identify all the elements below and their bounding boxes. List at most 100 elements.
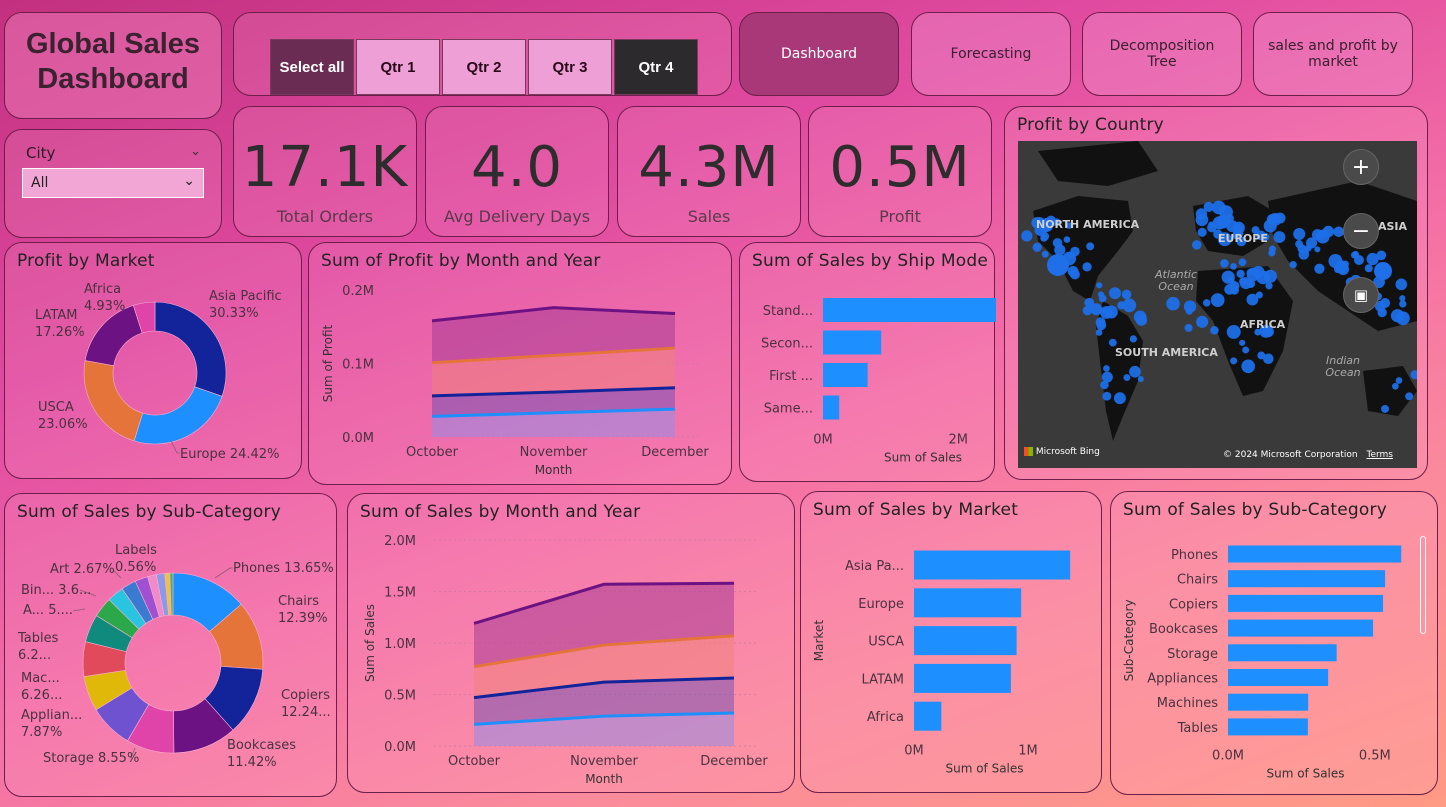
city-selected-value: All [31,175,49,191]
y-tick-label: 0.0M [342,431,374,446]
profit-by-month-card: Sum of Profit by Month and Year 0.0M 0.1M… [308,242,732,485]
sales-by-ship-mode-bar-chart[interactable]: Stand...Secon...First ...Same...0M 2MSum … [740,243,996,483]
bar [914,588,1022,618]
city-dropdown[interactable]: All ⌄ [22,168,204,198]
quarter-button-q4[interactable]: Qtr 4 [614,39,698,95]
profit-bubble [1109,287,1122,300]
pie-data-label: LATAM 17.26% [35,308,85,340]
profit-bubble [1239,339,1246,346]
profit-bubble [1021,230,1033,242]
y-tick-label: First ... [769,369,813,384]
quarter-button-q3[interactable]: Qtr 3 [528,39,612,95]
profit-bubble [1302,247,1310,255]
profit-bubble [1202,299,1211,307]
profit-bubble [1129,335,1137,343]
profit-bubble [1211,200,1226,215]
quarter-button-q1[interactable]: Qtr 1 [356,39,440,95]
y-axis-label: Market [812,620,826,662]
y-tick-label: USCA [868,635,904,650]
scrollbar[interactable] [1420,536,1426,634]
profit-bubble [1096,282,1103,289]
pie-slice [83,360,144,442]
quarter-button-select-all[interactable]: Select all [270,39,354,95]
x-tick-label: December [700,754,768,769]
y-tick-label: 0.2M [342,284,374,299]
profit-bubble [1230,357,1238,365]
profit-bubble [1226,324,1241,339]
profit-bubble [1084,297,1095,308]
y-tick-label: Chairs [1177,573,1218,588]
profit-bubble [1197,227,1207,237]
bar [823,298,996,322]
x-axis-label: Sum of Sales [945,762,1023,776]
profit-bubble [1322,225,1335,238]
kpi-profit: 0.5M Profit [808,106,992,237]
pie-data-label: Bookcases 11.42% [227,738,296,770]
sales-by-subcategory-bar-card: Sum of Sales by Sub-Category Phones Chair… [1110,491,1438,795]
profit-bubble [1353,255,1364,265]
profit-bubble [1102,307,1110,315]
zoom-in-button[interactable]: + [1343,149,1379,185]
y-axis-label: Sum of Sales [363,604,377,682]
profit-by-country-map[interactable]: NORTH AMERICA SOUTH AMERICA EUROPE AFRIC… [1018,141,1417,468]
nav-forecasting-button[interactable]: Forecasting [911,12,1071,96]
sales-by-month-area-chart[interactable]: 0.0M 0.5M 1.0M 1.5M 2.0M October November Decem… [348,494,796,794]
x-tick-label: 2M [949,433,969,448]
kpi-avg-delivery-days: 4.0 Avg Delivery Days [425,106,609,237]
profit-bubble [1086,242,1095,251]
profit-bubble [1208,221,1215,228]
bar [914,550,1071,580]
profit-by-market-donut[interactable]: Asia Pacific 30.33% Europe 24.42% USCA 23.06… [5,243,303,480]
map-label-indian: Indian Ocean [1325,354,1361,379]
zoom-out-button[interactable]: − [1343,213,1379,249]
terms-link[interactable]: Terms [1366,450,1393,460]
bar [914,663,1011,693]
map-label-africa: AFRICA [1240,318,1286,331]
bar [1228,718,1308,736]
y-tick-label: Copiers [1169,597,1218,612]
pie-data-label: Bin... 3.6... [21,583,91,598]
bar [823,330,882,355]
bar [914,626,1017,656]
profit-bubble [1069,269,1080,280]
quarter-button-q2[interactable]: Qtr 2 [442,39,526,95]
sales-by-subcategory-donut[interactable]: Phones 13.65% Chairs 12.39% Copiers 12.24...… [5,494,338,798]
profit-bubble [1113,392,1126,405]
x-axis-label: Sum of Sales [1266,766,1344,780]
y-tick-label: 0.1M [342,358,374,373]
bing-attribution: Microsoft Bing [1024,447,1100,457]
profit-bubble [1366,252,1379,266]
profit-bubble [1238,258,1247,267]
profit-bubble [1293,227,1306,241]
pie-data-label: Africa 4.93% [84,282,125,314]
chevron-down-icon[interactable]: ⌄ [190,144,201,159]
nav-decomposition-tree-button[interactable]: Decomposition Tree [1082,12,1242,96]
profit-bubble [1242,346,1250,354]
profit-bubble [1395,377,1403,384]
profit-bubble [1399,300,1407,308]
nav-dashboard-button[interactable]: Dashboard [739,12,899,96]
sales-by-month-card: Sum of Sales by Month and Year 0.0M 0.5M 1… [347,493,795,793]
kpi-value: 4.3M [638,135,780,200]
select-region-button[interactable]: ▣ [1343,277,1379,313]
kpi-value: 0.5M [829,135,971,200]
profit-by-month-area-chart[interactable]: 0.0M 0.1M 0.2M October November December Month… [309,243,733,486]
quarter-slicer: Select all Qtr 1 Qtr 2 Qtr 3 Qtr 4 [233,12,732,96]
x-tick-label: 0.0M [1212,748,1244,763]
pie-data-label: Labels 0.56% [115,543,157,575]
pie-data-label: A... 5.... [23,603,73,618]
pie-data-label: Asia Pacific 30.33% [209,289,282,321]
profit-bubble [1082,262,1092,272]
y-axis-label: Sub-Category [1122,599,1136,681]
nav-sales-profit-by-market-button[interactable]: sales and profit by market [1253,12,1413,96]
profit-bubble [1395,278,1408,291]
profit-bubble [1220,259,1229,268]
profit-bubble [1265,282,1273,290]
sales-by-market-bar-chart[interactable]: Asia Pa...EuropeUSCALATAMAfrica0M 1MSum o… [801,492,1103,794]
profit-bubble [1102,391,1112,401]
title-card: Global Sales Dashboard [4,12,222,119]
y-tick-label: Europe [858,597,904,612]
y-tick-label: 2.0M [384,534,416,549]
sales-by-subcategory-bar-chart[interactable]: Phones Chairs Copiers Bookcases Storage Appli… [1111,492,1439,796]
pie-data-label: Copiers 12.24... [281,688,331,720]
